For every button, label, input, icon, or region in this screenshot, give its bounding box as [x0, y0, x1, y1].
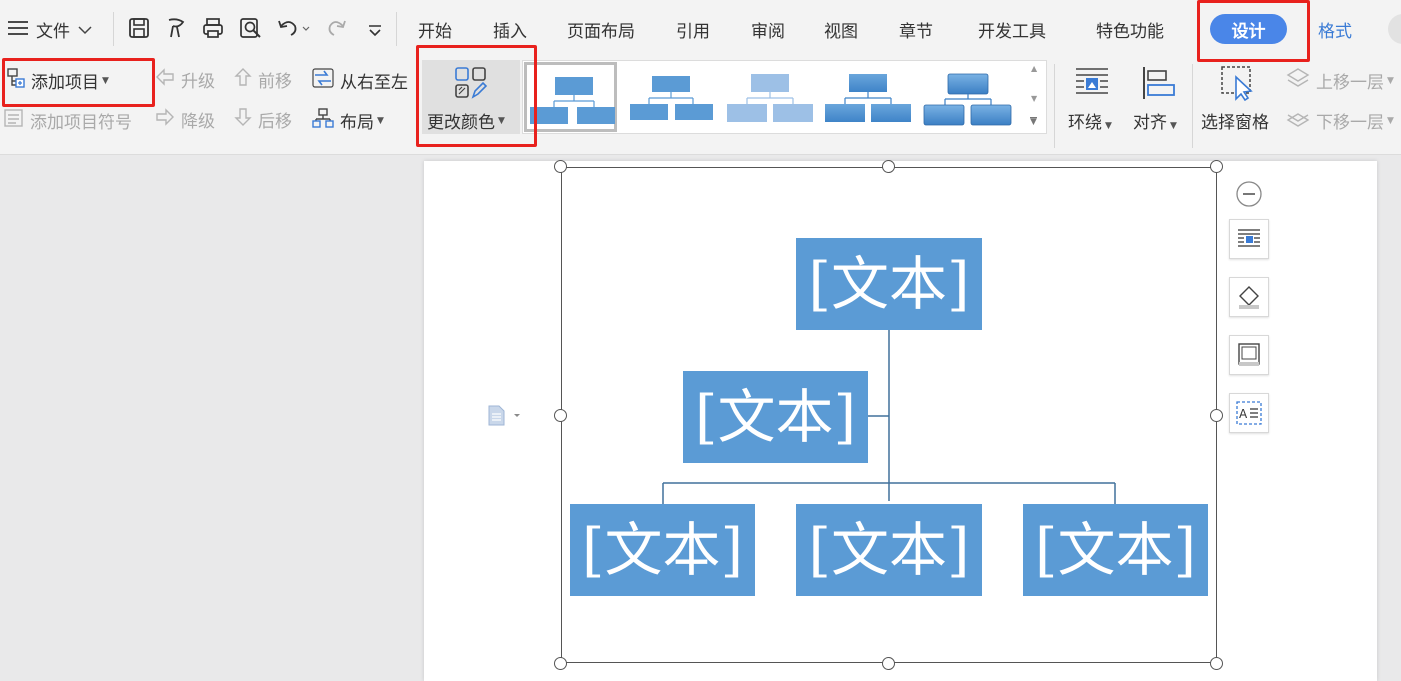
- resize-handle-bottom-right[interactable]: [1210, 657, 1223, 670]
- resize-handle-top-right[interactable]: [1210, 160, 1223, 173]
- text-box-button[interactable]: A: [1229, 393, 1269, 433]
- resize-handle-right[interactable]: [1210, 409, 1223, 422]
- shape-fill-button[interactable]: [1229, 277, 1269, 317]
- text-box-icon: A: [1236, 401, 1262, 425]
- fill-bucket-icon: [1239, 286, 1259, 309]
- shape-outline-button[interactable]: [1229, 335, 1269, 375]
- collapse-toolbar-icon[interactable]: [1235, 180, 1263, 212]
- resize-handle-top[interactable]: [882, 160, 895, 173]
- text-wrap-icon: [1238, 229, 1260, 247]
- smartart-node-bottom-middle[interactable]: [文本]: [796, 504, 982, 596]
- smartart-node-top[interactable]: [文本]: [796, 238, 982, 330]
- resize-handle-top-left[interactable]: [554, 160, 567, 173]
- resize-handle-left[interactable]: [554, 409, 567, 422]
- svg-text:A: A: [1239, 407, 1248, 421]
- smartart-node-bottom-right[interactable]: [文本]: [1023, 504, 1208, 596]
- resize-handle-bottom-left[interactable]: [554, 657, 567, 670]
- resize-handle-bottom[interactable]: [882, 657, 895, 670]
- smartart-node-bottom-left[interactable]: [文本]: [570, 504, 755, 596]
- outline-icon: [1238, 343, 1260, 366]
- smartart-node-assistant[interactable]: [文本]: [683, 371, 868, 463]
- layout-options-button[interactable]: [1229, 219, 1269, 259]
